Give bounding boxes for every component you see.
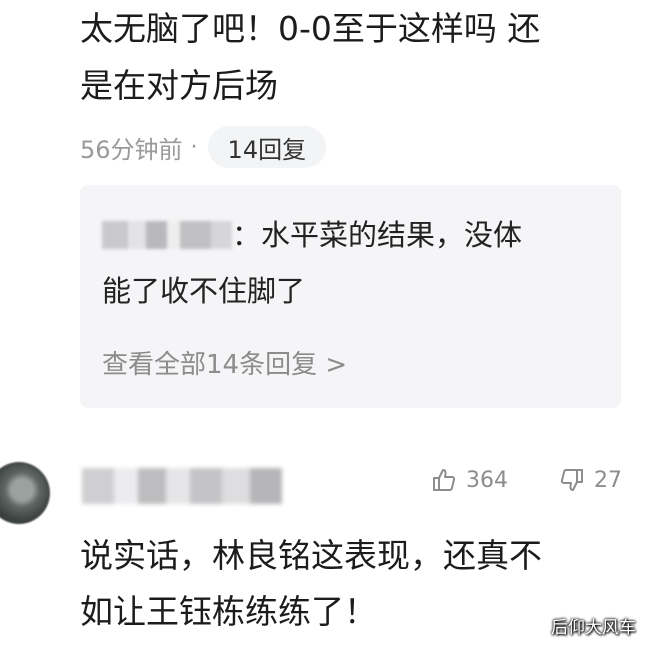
reply-text-1: ：水平菜的结果，没体 (232, 218, 523, 252)
thumbs-up-icon (433, 469, 456, 491)
username-blurred[interactable] (82, 468, 282, 504)
comment-1-meta: 56分钟前 · 14回复 (80, 126, 327, 168)
dislike-button[interactable]: 27 (558, 462, 622, 498)
watermark: 后仰大风车 (551, 618, 636, 638)
thumbs-down-icon (560, 469, 583, 491)
view-all-replies-link[interactable]: 查看全部14条回复 > (102, 337, 347, 393)
comment-1-time: 56分钟前 (80, 135, 183, 164)
reply-preview-line-1: ：水平菜的结果，没体 (102, 207, 602, 263)
dislike-count: 27 (594, 467, 622, 493)
reply-author-blurred[interactable] (102, 221, 232, 249)
like-button[interactable]: 364 (430, 462, 508, 498)
like-count: 364 (466, 467, 508, 493)
avatar[interactable] (0, 462, 50, 524)
comment-1-line-2: 是在对方后场 (80, 66, 278, 105)
comment-2-line-2: 如让王钰栋练练了！ (80, 592, 377, 631)
meta-separator: · (190, 134, 198, 160)
comment-1-line-1: 太无脑了吧！0-0至于这样吗 还 (80, 9, 541, 48)
comment-2-line-1: 说实话，林良铭这表现，还真不 (80, 536, 542, 575)
comment-2-body: 说实话，林良铭这表现，还真不 如让王钰栋练练了！ (80, 528, 620, 640)
reply-preview-box[interactable]: ：水平菜的结果，没体 能了收不住脚了 查看全部14条回复 > (80, 185, 621, 408)
reply-preview-line-2: 能了收不住脚了 (102, 274, 306, 308)
replies-count-button[interactable]: 14回复 (207, 126, 327, 168)
comment-1-body: 太无脑了吧！0-0至于这样吗 还 是在对方后场 (80, 0, 620, 114)
